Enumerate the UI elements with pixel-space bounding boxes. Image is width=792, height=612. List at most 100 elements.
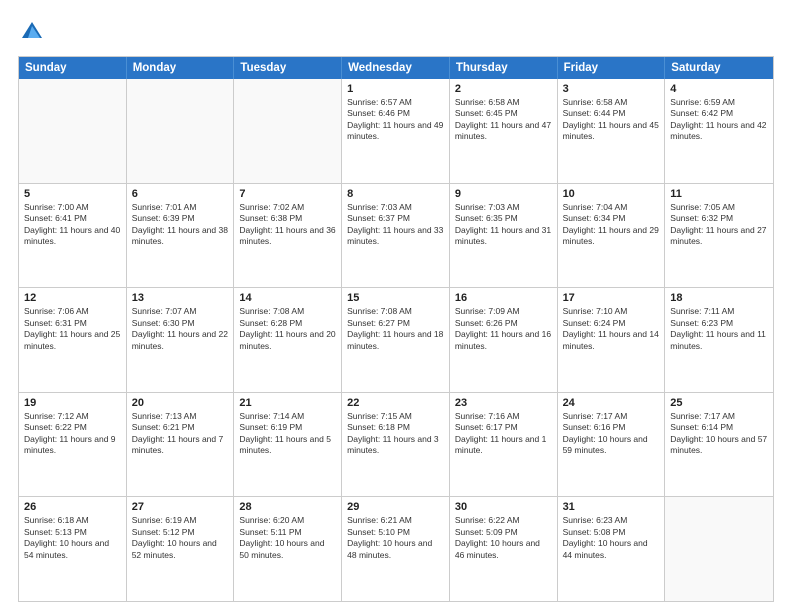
calendar-row-1: 1 Sunrise: 6:57 AM Sunset: 6:46 PM Daylig… <box>19 79 773 184</box>
table-row: 22 Sunrise: 7:15 AM Sunset: 6:18 PM Dayli… <box>342 393 450 497</box>
table-row: 24Sunrise: 7:17 AM Sunset: 6:16 PM Dayli… <box>558 393 666 497</box>
table-row: 28Sunrise: 6:20 AM Sunset: 5:11 PM Dayli… <box>234 497 342 601</box>
table-row: 9 Sunrise: 7:03 AM Sunset: 6:35 PM Daylig… <box>450 184 558 288</box>
table-row: 20 Sunrise: 7:13 AM Sunset: 6:21 PM Dayli… <box>127 393 235 497</box>
day-number: 3 <box>563 83 660 95</box>
day-info: Sunrise: 6:18 AM Sunset: 5:13 PM Dayligh… <box>24 515 121 561</box>
day-info: Sunrise: 7:05 AM Sunset: 6:32 PM Dayligh… <box>670 202 768 248</box>
day-info: Sunrise: 7:06 AM Sunset: 6:31 PM Dayligh… <box>24 306 121 352</box>
day-info: Sunrise: 7:10 AM Sunset: 6:24 PM Dayligh… <box>563 306 660 352</box>
table-row: 14 Sunrise: 7:08 AM Sunset: 6:28 PM Dayli… <box>234 288 342 392</box>
day-info: Sunrise: 6:21 AM Sunset: 5:10 PM Dayligh… <box>347 515 444 561</box>
table-row: 7 Sunrise: 7:02 AM Sunset: 6:38 PM Daylig… <box>234 184 342 288</box>
day-number: 16 <box>455 292 552 304</box>
table-row <box>19 79 127 183</box>
day-number: 8 <box>347 188 444 200</box>
table-row: 6 Sunrise: 7:01 AM Sunset: 6:39 PM Daylig… <box>127 184 235 288</box>
table-row: 16 Sunrise: 7:09 AM Sunset: 6:26 PM Dayli… <box>450 288 558 392</box>
day-info: Sunrise: 6:22 AM Sunset: 5:09 PM Dayligh… <box>455 515 552 561</box>
day-number: 12 <box>24 292 121 304</box>
header-day-tuesday: Tuesday <box>234 57 342 79</box>
calendar-row-2: 5 Sunrise: 7:00 AM Sunset: 6:41 PM Daylig… <box>19 184 773 289</box>
day-number: 31 <box>563 501 660 513</box>
calendar-row-4: 19 Sunrise: 7:12 AM Sunset: 6:22 PM Dayli… <box>19 393 773 498</box>
table-row: 11 Sunrise: 7:05 AM Sunset: 6:32 PM Dayli… <box>665 184 773 288</box>
day-number: 13 <box>132 292 229 304</box>
day-info: Sunrise: 7:08 AM Sunset: 6:28 PM Dayligh… <box>239 306 336 352</box>
day-number: 27 <box>132 501 229 513</box>
day-info: Sunrise: 7:16 AM Sunset: 6:17 PM Dayligh… <box>455 411 552 457</box>
table-row: 15 Sunrise: 7:08 AM Sunset: 6:27 PM Dayli… <box>342 288 450 392</box>
table-row <box>665 497 773 601</box>
table-row: 26 Sunrise: 6:18 AM Sunset: 5:13 PM Dayli… <box>19 497 127 601</box>
day-info: Sunrise: 7:17 AM Sunset: 6:16 PM Dayligh… <box>563 411 660 457</box>
calendar-header: SundayMondayTuesdayWednesdayThursdayFrid… <box>19 57 773 79</box>
day-info: Sunrise: 7:00 AM Sunset: 6:41 PM Dayligh… <box>24 202 121 248</box>
table-row: 31 Sunrise: 6:23 AM Sunset: 5:08 PM Dayli… <box>558 497 666 601</box>
table-row: 10 Sunrise: 7:04 AM Sunset: 6:34 PM Dayli… <box>558 184 666 288</box>
day-number: 14 <box>239 292 336 304</box>
day-info: Sunrise: 7:03 AM Sunset: 6:37 PM Dayligh… <box>347 202 444 248</box>
day-number: 1 <box>347 83 444 95</box>
day-number: 18 <box>670 292 768 304</box>
table-row: 4 Sunrise: 6:59 AM Sunset: 6:42 PM Daylig… <box>665 79 773 183</box>
day-number: 15 <box>347 292 444 304</box>
day-info: Sunrise: 6:23 AM Sunset: 5:08 PM Dayligh… <box>563 515 660 561</box>
day-number: 11 <box>670 188 768 200</box>
day-number: 10 <box>563 188 660 200</box>
logo-icon <box>18 18 46 46</box>
day-info: Sunrise: 6:19 AM Sunset: 5:12 PM Dayligh… <box>132 515 229 561</box>
day-number: 29 <box>347 501 444 513</box>
day-info: Sunrise: 7:13 AM Sunset: 6:21 PM Dayligh… <box>132 411 229 457</box>
day-info: Sunrise: 7:09 AM Sunset: 6:26 PM Dayligh… <box>455 306 552 352</box>
day-number: 5 <box>24 188 121 200</box>
table-row: 25Sunrise: 7:17 AM Sunset: 6:14 PM Dayli… <box>665 393 773 497</box>
day-number: 20 <box>132 397 229 409</box>
table-row: 2 Sunrise: 6:58 AM Sunset: 6:45 PM Daylig… <box>450 79 558 183</box>
logo <box>18 18 50 46</box>
header-day-friday: Friday <box>558 57 666 79</box>
table-row: 8 Sunrise: 7:03 AM Sunset: 6:37 PM Daylig… <box>342 184 450 288</box>
page: SundayMondayTuesdayWednesdayThursdayFrid… <box>0 0 792 612</box>
day-number: 4 <box>670 83 768 95</box>
table-row: 1 Sunrise: 6:57 AM Sunset: 6:46 PM Daylig… <box>342 79 450 183</box>
table-row: 18 Sunrise: 7:11 AM Sunset: 6:23 PM Dayli… <box>665 288 773 392</box>
day-number: 25 <box>670 397 768 409</box>
table-row: 17Sunrise: 7:10 AM Sunset: 6:24 PM Dayli… <box>558 288 666 392</box>
header-day-monday: Monday <box>127 57 235 79</box>
table-row: 3Sunrise: 6:58 AM Sunset: 6:44 PM Daylig… <box>558 79 666 183</box>
day-number: 26 <box>24 501 121 513</box>
table-row: 21Sunrise: 7:14 AM Sunset: 6:19 PM Dayli… <box>234 393 342 497</box>
day-number: 7 <box>239 188 336 200</box>
table-row: 27 Sunrise: 6:19 AM Sunset: 5:12 PM Dayli… <box>127 497 235 601</box>
header-day-wednesday: Wednesday <box>342 57 450 79</box>
day-number: 9 <box>455 188 552 200</box>
day-info: Sunrise: 7:08 AM Sunset: 6:27 PM Dayligh… <box>347 306 444 352</box>
day-info: Sunrise: 7:04 AM Sunset: 6:34 PM Dayligh… <box>563 202 660 248</box>
day-number: 6 <box>132 188 229 200</box>
day-info: Sunrise: 7:12 AM Sunset: 6:22 PM Dayligh… <box>24 411 121 457</box>
table-row <box>127 79 235 183</box>
day-info: Sunrise: 7:07 AM Sunset: 6:30 PM Dayligh… <box>132 306 229 352</box>
table-row: 5 Sunrise: 7:00 AM Sunset: 6:41 PM Daylig… <box>19 184 127 288</box>
day-info: Sunrise: 7:15 AM Sunset: 6:18 PM Dayligh… <box>347 411 444 457</box>
day-info: Sunrise: 6:58 AM Sunset: 6:45 PM Dayligh… <box>455 97 552 143</box>
day-info: Sunrise: 7:14 AM Sunset: 6:19 PM Dayligh… <box>239 411 336 457</box>
calendar: SundayMondayTuesdayWednesdayThursdayFrid… <box>18 56 774 602</box>
table-row: 12 Sunrise: 7:06 AM Sunset: 6:31 PM Dayli… <box>19 288 127 392</box>
day-info: Sunrise: 6:59 AM Sunset: 6:42 PM Dayligh… <box>670 97 768 143</box>
header-day-sunday: Sunday <box>19 57 127 79</box>
header-day-saturday: Saturday <box>665 57 773 79</box>
day-info: Sunrise: 7:01 AM Sunset: 6:39 PM Dayligh… <box>132 202 229 248</box>
day-number: 19 <box>24 397 121 409</box>
day-info: Sunrise: 7:11 AM Sunset: 6:23 PM Dayligh… <box>670 306 768 352</box>
day-number: 2 <box>455 83 552 95</box>
day-number: 22 <box>347 397 444 409</box>
table-row: 23Sunrise: 7:16 AM Sunset: 6:17 PM Dayli… <box>450 393 558 497</box>
day-number: 30 <box>455 501 552 513</box>
day-info: Sunrise: 7:03 AM Sunset: 6:35 PM Dayligh… <box>455 202 552 248</box>
day-info: Sunrise: 7:02 AM Sunset: 6:38 PM Dayligh… <box>239 202 336 248</box>
table-row: 19 Sunrise: 7:12 AM Sunset: 6:22 PM Dayli… <box>19 393 127 497</box>
day-number: 28 <box>239 501 336 513</box>
day-info: Sunrise: 6:57 AM Sunset: 6:46 PM Dayligh… <box>347 97 444 143</box>
